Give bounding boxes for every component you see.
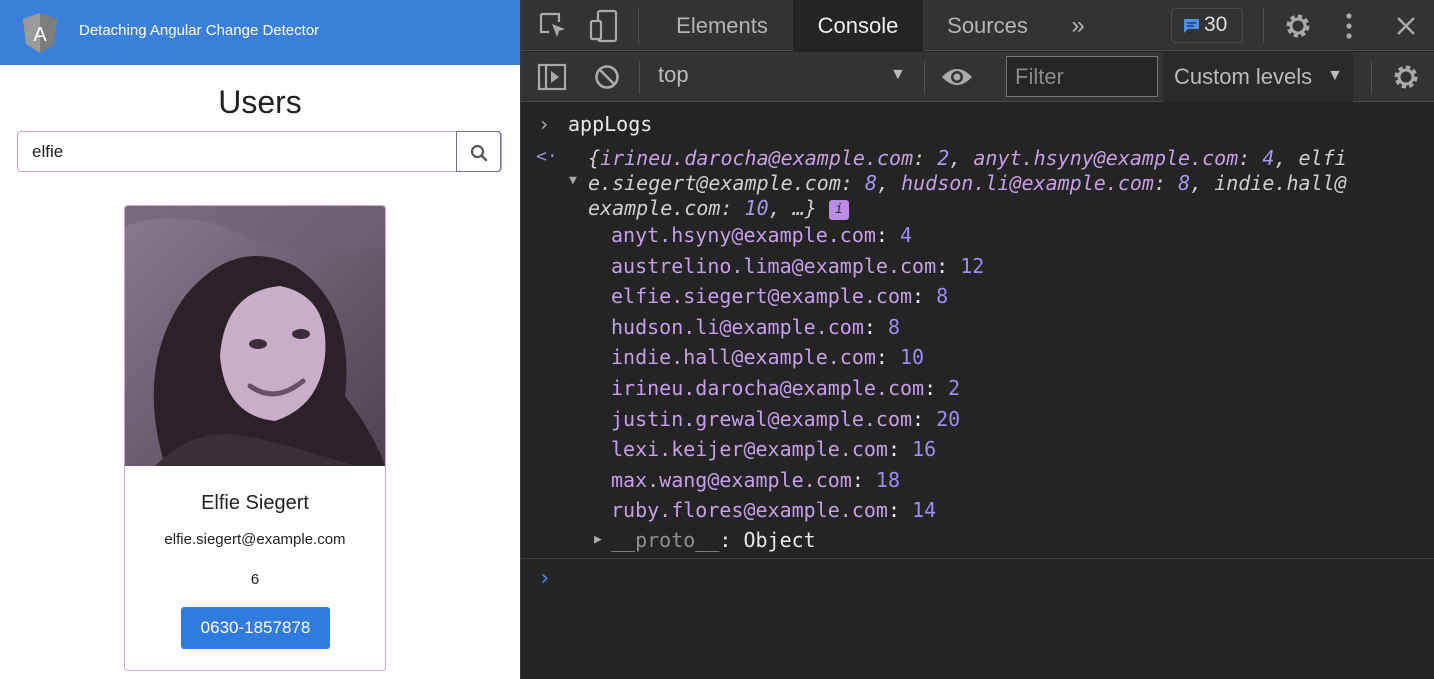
user-card: Elfie Siegert elfie.siegert@example.com … bbox=[124, 205, 386, 671]
object-entry: ruby.flores@example.com: 14 bbox=[611, 498, 937, 522]
tab-sources[interactable]: Sources bbox=[925, 0, 1050, 51]
console-output: › appLogs <· ▼ {irineu.darocha@example.c… bbox=[521, 103, 1434, 679]
command-prompt-icon: › bbox=[538, 112, 551, 136]
tab-console[interactable]: Console bbox=[793, 0, 923, 51]
object-entry: indie.hall@example.com: 10 bbox=[611, 345, 925, 369]
object-entry: irineu.darocha@example.com: 2 bbox=[611, 376, 961, 400]
toolbar-divider bbox=[1263, 8, 1264, 44]
app-header: A Detaching Angular Change Detector bbox=[0, 0, 520, 65]
settings-gear-icon[interactable] bbox=[1283, 11, 1313, 41]
sidebar-toggle-icon[interactable] bbox=[537, 63, 567, 91]
toolbar-divider bbox=[638, 8, 639, 44]
phone-button[interactable]: 0630-1857878 bbox=[181, 607, 330, 649]
toolbar-divider bbox=[924, 60, 925, 94]
angular-logo: A bbox=[23, 13, 57, 53]
expand-triangle-icon[interactable]: ▶ bbox=[594, 532, 602, 547]
object-entry: max.wang@example.com: 18 bbox=[611, 468, 901, 492]
object-entry: hudson.li@example.com: 8 bbox=[611, 315, 901, 339]
close-icon[interactable] bbox=[1395, 15, 1417, 37]
svg-text:A: A bbox=[33, 24, 47, 46]
issues-count: 30 bbox=[1204, 13, 1228, 36]
search-button[interactable] bbox=[456, 131, 501, 172]
console-input-prompt-icon[interactable]: › bbox=[538, 566, 551, 591]
object-summary-line: e.siegert@example.com: 8, hudson.li@exam… bbox=[588, 171, 1347, 195]
user-email: elfie.siegert@example.com bbox=[164, 531, 346, 548]
search-box bbox=[17, 131, 502, 172]
clear-console-icon[interactable] bbox=[594, 64, 620, 90]
object-entry: elfie.siegert@example.com: 8 bbox=[611, 284, 949, 308]
app-panel: A Detaching Angular Change Detector User… bbox=[0, 0, 520, 679]
console-command: appLogs bbox=[568, 112, 653, 136]
issues-counter[interactable]: 30 bbox=[1171, 8, 1243, 43]
devtools-panel: Elements Console Sources » 30 top ▼ Filt… bbox=[520, 0, 1434, 679]
object-summary-line: {irineu.darocha@example.com: 2, anyt.hsy… bbox=[588, 146, 1347, 170]
custom-levels-label: Custom levels bbox=[1174, 64, 1313, 89]
inspect-element-icon[interactable] bbox=[538, 11, 568, 41]
chevron-down-icon: ▼ bbox=[1327, 67, 1343, 84]
object-entry: lexi.keijer@example.com: 16 bbox=[611, 437, 937, 461]
object-entry: anyt.hsyny@example.com: 4 bbox=[611, 223, 913, 247]
chevron-down-icon: ▼ bbox=[890, 66, 906, 83]
device-toolbar-icon[interactable] bbox=[589, 9, 621, 43]
object-entry: austrelino.lima@example.com: 12 bbox=[611, 254, 985, 278]
user-avatar-photo bbox=[125, 206, 385, 466]
object-summary-line: example.com: 10, …} i bbox=[588, 196, 849, 220]
search-input[interactable] bbox=[18, 132, 458, 171]
info-icon[interactable]: i bbox=[828, 200, 849, 220]
toolbar-divider bbox=[1371, 60, 1372, 94]
proto-entry[interactable]: __proto__: Object bbox=[611, 528, 816, 552]
page-title: Users bbox=[218, 84, 302, 120]
message-icon bbox=[1184, 19, 1199, 33]
context-select[interactable]: top bbox=[658, 62, 689, 88]
result-arrow-icon: <· bbox=[536, 146, 558, 167]
expand-triangle-icon[interactable]: ▼ bbox=[569, 173, 577, 188]
console-settings-gear-icon[interactable] bbox=[1391, 62, 1421, 92]
object-entry: justin.grewal@example.com: 20 bbox=[611, 407, 961, 431]
more-vertical-icon[interactable] bbox=[1344, 12, 1354, 40]
app-title: Detaching Angular Change Detector bbox=[79, 22, 320, 39]
toolbar-divider bbox=[639, 60, 640, 94]
filter-input[interactable] bbox=[1006, 56, 1158, 97]
more-tabs-button[interactable]: » bbox=[1057, 0, 1099, 51]
user-name: Elfie Siegert bbox=[201, 492, 309, 514]
user-count: 6 bbox=[250, 571, 260, 588]
devtools-tabbar: Elements Console Sources » 30 bbox=[521, 0, 1434, 51]
custom-levels-dropdown[interactable]: Custom levels ▼ bbox=[1163, 52, 1353, 102]
search-icon bbox=[470, 144, 488, 162]
tab-elements[interactable]: Elements bbox=[657, 0, 787, 51]
eye-icon[interactable] bbox=[941, 66, 973, 88]
console-divider bbox=[521, 558, 1434, 559]
console-toolbar: top ▼ Custom levels ▼ bbox=[521, 52, 1434, 102]
